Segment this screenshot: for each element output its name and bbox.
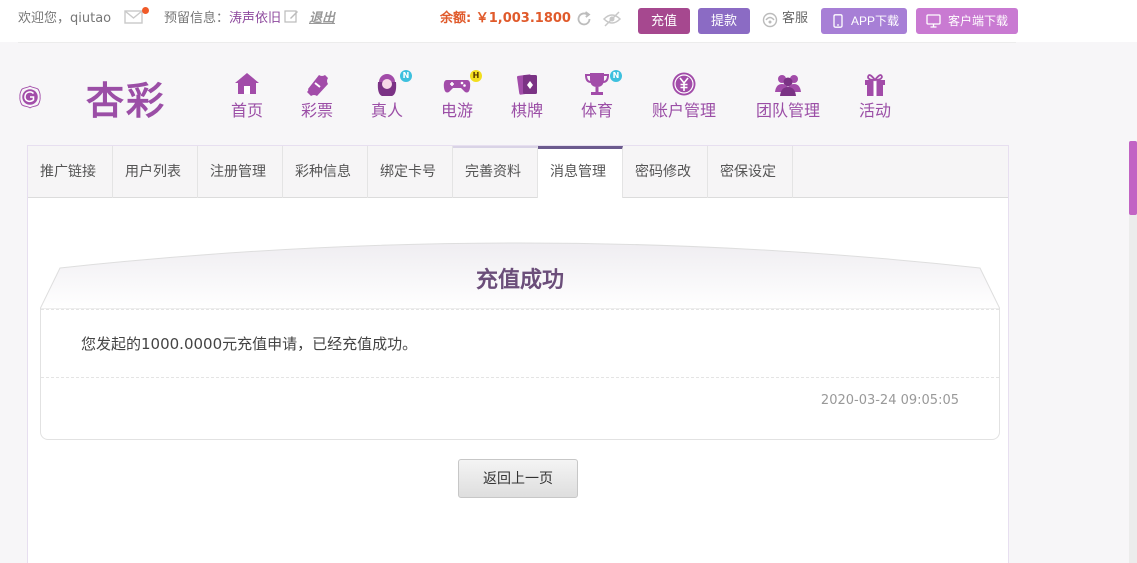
tab-messages[interactable]: 消息管理 — [538, 146, 623, 198]
tab-bind-card[interactable]: 绑定卡号 — [368, 146, 453, 198]
customer-service-icon[interactable] — [762, 12, 778, 28]
username: qiutao — [70, 11, 112, 26]
gamepad-icon — [443, 80, 471, 93]
trophy-icon — [584, 73, 610, 95]
reserve-info: 预留信息：涛声依旧 — [164, 10, 281, 28]
nav-cards-label: 棋牌 — [510, 101, 543, 120]
nav-activities-label: 活动 — [858, 101, 891, 120]
nav-team-management-label: 团队管理 — [755, 101, 820, 120]
nav-live[interactable]: N 真人 — [352, 70, 422, 121]
team-icon — [775, 75, 801, 96]
reserve-label: 预留信息： — [164, 11, 230, 26]
reserve-value: 涛声依旧 — [229, 11, 282, 26]
message-timestamp: 2020-03-24 09:05:05 — [820, 393, 959, 408]
tab-user-list[interactable]: 用户列表 — [113, 146, 198, 198]
unread-dot — [142, 7, 149, 14]
nav-lottery-label: 彩票 — [300, 101, 333, 120]
phone-icon — [833, 14, 843, 28]
tab-change-password[interactable]: 密码修改 — [623, 146, 708, 198]
nav-account-management[interactable]: 账户管理 — [642, 70, 726, 121]
page-scrollbar-thumb[interactable] — [1129, 141, 1137, 215]
back-button[interactable]: 返回上一页 — [458, 459, 578, 498]
nav-games[interactable]: H 电游 — [422, 70, 492, 121]
tab-security-settings[interactable]: 密保设定 — [708, 146, 793, 198]
welcome-label: 欢迎您， — [18, 11, 71, 26]
customer-service-link[interactable]: 客服 — [782, 10, 808, 28]
dealer-icon — [377, 74, 397, 96]
nav-home[interactable]: 首页 — [212, 70, 282, 121]
top-bar-divider — [18, 42, 1016, 43]
content-panel: 推广链接 用户列表 注册管理 彩种信息 绑定卡号 完善资料 消息管理 密码修改 … — [27, 145, 1009, 563]
app-download-label: APP下载 — [851, 14, 900, 28]
card-mid-divider — [41, 377, 999, 378]
hot-badge: H — [470, 70, 482, 82]
message-card: 您发起的1000.0000元充值申请，已经充值成功。 2020-03-24 09… — [40, 309, 1000, 440]
tab-bar: 推广链接 用户列表 注册管理 彩种信息 绑定卡号 完善资料 消息管理 密码修改 … — [28, 146, 1008, 198]
nav-sports-label: 体育 — [580, 101, 613, 120]
gift-icon — [865, 74, 885, 96]
mail-icon[interactable] — [124, 9, 144, 25]
logo-text[interactable]: 杏彩 — [86, 70, 166, 125]
app-download-button[interactable]: APP下载 — [821, 8, 907, 34]
tab-lottery-info[interactable]: 彩种信息 — [283, 146, 368, 198]
tab-promo-link[interactable]: 推广链接 — [28, 146, 113, 198]
client-download-button[interactable]: 客户端下载 — [916, 8, 1018, 34]
recharge-button[interactable]: 充值 — [638, 8, 690, 34]
nav-account-management-label: 账户管理 — [651, 101, 716, 120]
tab-registration[interactable]: 注册管理 — [198, 146, 283, 198]
ticket-icon — [307, 75, 328, 96]
message-body: 您发起的1000.0000元充值申请，已经充值成功。 — [81, 335, 418, 353]
monitor-icon — [926, 14, 941, 28]
message-title: 充值成功 — [475, 268, 564, 293]
welcome-text: 欢迎您，qiutao — [18, 10, 111, 28]
cards-icon — [517, 74, 537, 95]
withdraw-button[interactable]: 提款 — [698, 8, 750, 34]
logout-link[interactable]: 退出 — [309, 10, 335, 28]
nav-home-label: 首页 — [230, 101, 263, 120]
client-download-label: 客户端下载 — [948, 14, 1009, 28]
home-icon — [235, 73, 259, 94]
nav-activities[interactable]: 活动 — [840, 70, 910, 121]
tab-complete-profile[interactable]: 完善资料 — [453, 146, 538, 198]
nav-sports[interactable]: N 体育 — [562, 70, 632, 121]
balance-display: 余额: ￥1,003.1800 — [440, 11, 571, 26]
new-badge: N — [610, 70, 622, 82]
card-top-divider — [41, 309, 999, 310]
nav-live-label: 真人 — [370, 101, 403, 120]
refresh-icon[interactable] — [575, 10, 593, 28]
nav-cards[interactable]: 棋牌 — [492, 70, 562, 121]
nav-lottery[interactable]: 彩票 — [282, 70, 352, 121]
nav-team-management[interactable]: 团队管理 — [746, 70, 830, 121]
nav-games-label: 电游 — [440, 101, 473, 120]
edit-icon[interactable] — [284, 9, 299, 24]
new-badge: N — [400, 70, 412, 82]
hide-balance-icon[interactable] — [602, 10, 622, 28]
yen-coin-icon — [672, 72, 696, 96]
logo-emblem-icon[interactable] — [18, 66, 80, 128]
